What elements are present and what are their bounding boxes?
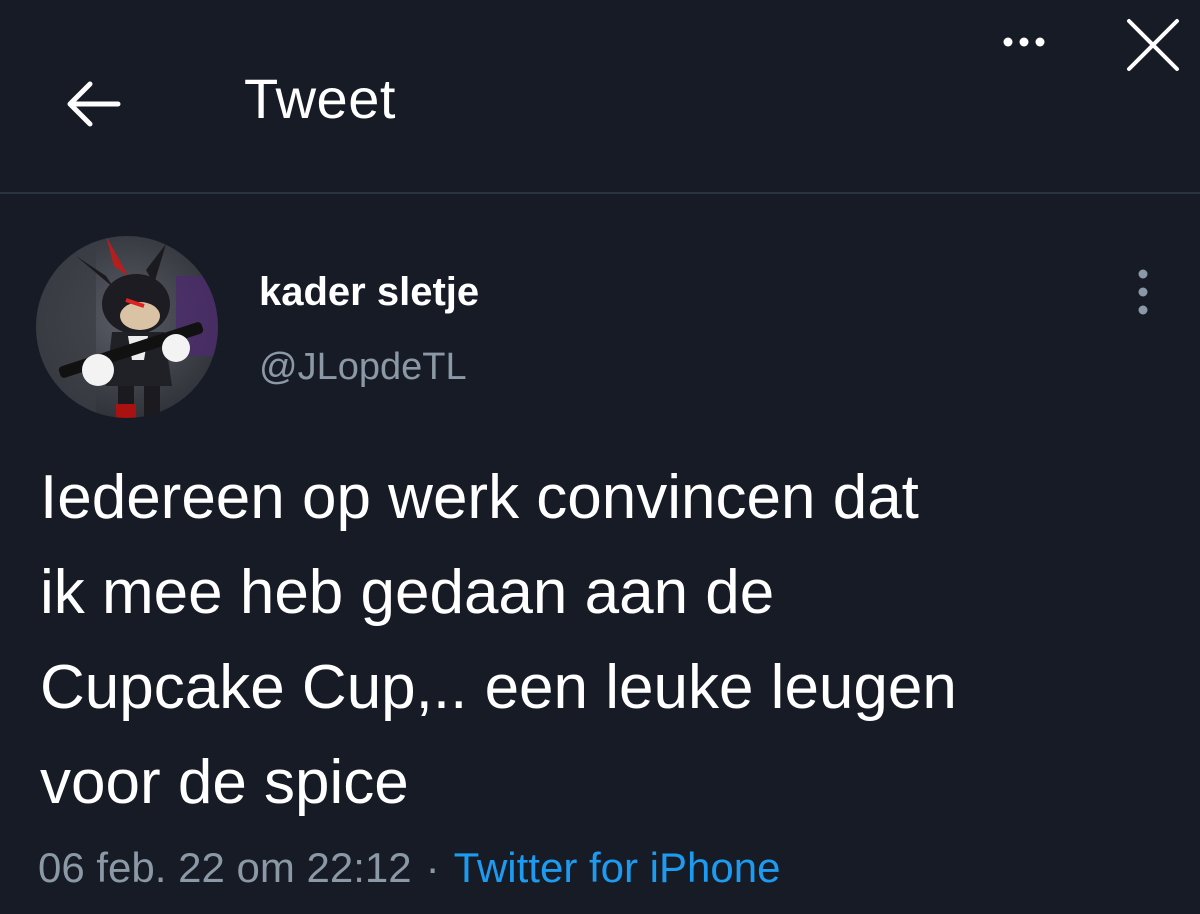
tweet-meta: 06 feb. 22 om 22:12 · Twitter for iPhone xyxy=(38,844,780,892)
tweet-more-button[interactable] xyxy=(1118,262,1168,322)
more-vertical-icon xyxy=(1138,269,1148,315)
close-icon xyxy=(1127,19,1179,71)
arrow-left-icon xyxy=(67,81,121,127)
top-bar: Tweet xyxy=(0,0,1200,192)
meta-separator: · xyxy=(425,844,440,891)
header-divider xyxy=(0,192,1200,194)
avatar[interactable] xyxy=(36,236,218,418)
page-title: Tweet xyxy=(244,67,396,130)
tweet-source-link[interactable]: Twitter for iPhone xyxy=(454,844,781,891)
more-horizontal-icon xyxy=(1003,37,1045,47)
author-handle[interactable]: @JLopdeTL xyxy=(259,346,467,389)
more-options-button[interactable] xyxy=(992,24,1056,60)
tweet-timestamp[interactable]: 06 feb. 22 om 22:12 xyxy=(38,844,412,891)
author-display-name[interactable]: kader sletje xyxy=(259,270,479,315)
tweet-text: Iedereen op werk convincen dat ik mee he… xyxy=(40,463,957,817)
back-button[interactable] xyxy=(58,70,126,138)
avatar-image xyxy=(36,236,218,418)
close-button[interactable] xyxy=(1118,10,1188,80)
